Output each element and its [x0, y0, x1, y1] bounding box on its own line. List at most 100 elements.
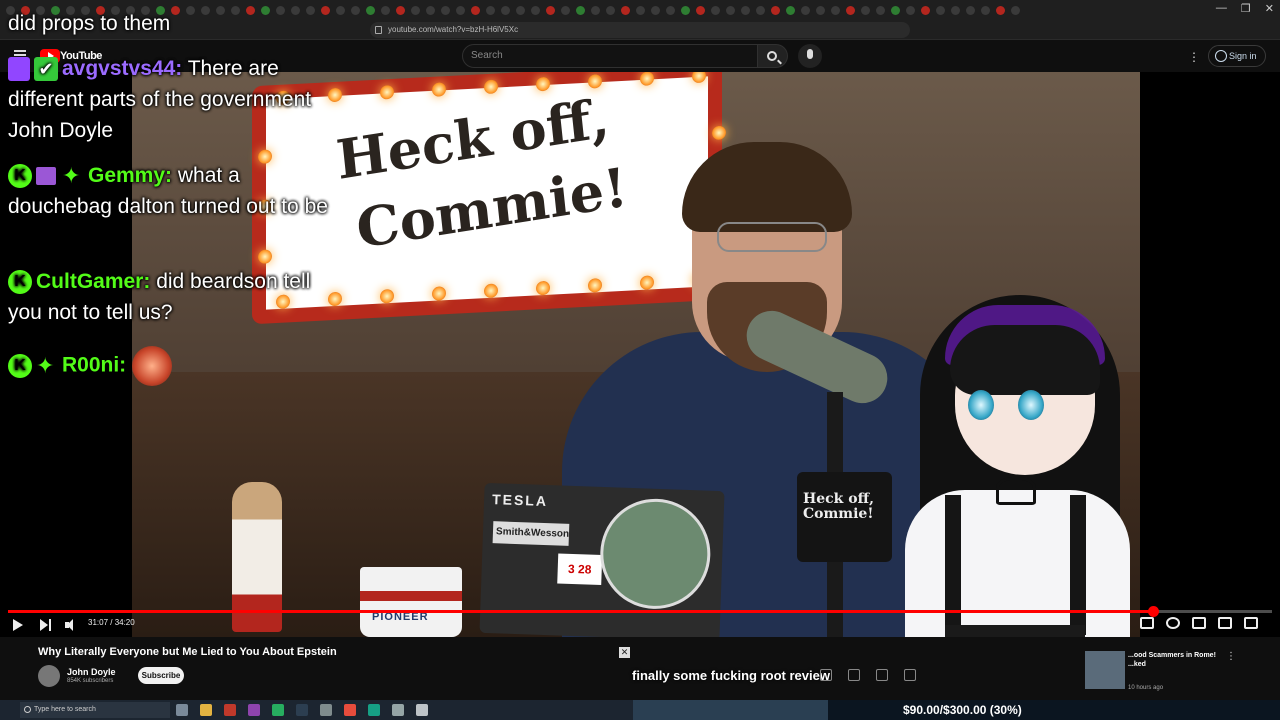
browser-tab-icon[interactable]: [786, 5, 795, 15]
browser-tab-icon[interactable]: [1011, 5, 1020, 15]
like-icon[interactable]: [820, 669, 832, 681]
browser-tab-icon[interactable]: [561, 5, 570, 15]
mug: PIONEER: [360, 567, 462, 637]
brave-icon[interactable]: [344, 704, 356, 716]
video-title: Why Literally Everyone but Me Lied to Yo…: [38, 646, 337, 658]
browser-tab-icon[interactable]: [801, 5, 810, 15]
browser-tab-icon[interactable]: [741, 5, 750, 15]
browser-tab-icon[interactable]: [621, 5, 630, 15]
browser-tab-icon[interactable]: [921, 5, 930, 15]
voice-search-button[interactable]: [798, 44, 822, 68]
browser-tab-icon[interactable]: [651, 5, 660, 15]
browser-tab-icon[interactable]: [816, 5, 825, 15]
steam-icon[interactable]: [296, 704, 308, 716]
recommended-thumbnail[interactable]: [1085, 651, 1125, 689]
browser-tab-icon[interactable]: [456, 5, 465, 15]
dislike-icon[interactable]: [848, 669, 860, 681]
browser-tab-icon[interactable]: [591, 5, 600, 15]
task-view-icon[interactable]: [176, 704, 188, 716]
captions-icon[interactable]: [1140, 617, 1154, 629]
browser-tab-icon[interactable]: [501, 5, 510, 15]
channel-name[interactable]: John Doyle: [67, 667, 116, 677]
browser-tab-icon[interactable]: [486, 5, 495, 15]
volume-icon[interactable]: [65, 619, 77, 631]
minimize-icon[interactable]: —: [1216, 2, 1227, 15]
app-icon[interactable]: [248, 704, 260, 716]
play-icon[interactable]: [13, 619, 23, 631]
sign-bulb: [432, 82, 446, 97]
browser-tab-icon[interactable]: [366, 5, 375, 15]
obs-icon[interactable]: [320, 704, 332, 716]
search-button[interactable]: [758, 44, 788, 68]
more-options-icon[interactable]: ⋮: [1226, 651, 1236, 662]
sign-bulb: [432, 286, 446, 301]
browser-tab-icon[interactable]: [636, 5, 645, 15]
browser-tab-icon[interactable]: [516, 5, 525, 15]
taskbar-search-placeholder: Type here to search: [34, 706, 96, 713]
browser-tab-icon[interactable]: [351, 5, 360, 15]
sign-in-label: Sign in: [1229, 51, 1257, 61]
file-explorer-icon[interactable]: [200, 704, 212, 716]
browser-tab-icon[interactable]: [756, 5, 765, 15]
browser-tab-icon[interactable]: [711, 5, 720, 15]
recommended-title[interactable]: ...ood Scammers in Rome! ...ked: [1128, 651, 1228, 669]
browser-tab-icon[interactable]: [891, 5, 900, 15]
progress-bar[interactable]: [8, 606, 1272, 617]
browser-tab-icon[interactable]: [576, 5, 585, 15]
player-controls-right: [1140, 617, 1258, 629]
url-field[interactable]: youtube.com/watch?v=bzH-H6lV5Xc: [370, 22, 910, 38]
save-icon[interactable]: [904, 669, 916, 681]
chrome-icon[interactable]: [272, 704, 284, 716]
browser-tab-icon[interactable]: [996, 5, 1005, 15]
sign-bulb: [484, 283, 498, 299]
donation-goal-text: $90.00/$300.00 (30%): [903, 703, 1022, 717]
theater-mode-icon[interactable]: [1218, 617, 1232, 629]
browser-tab-icon[interactable]: [831, 5, 840, 15]
app-icon[interactable]: [416, 704, 428, 716]
browser-tab-icon[interactable]: [411, 5, 420, 15]
subscribe-button[interactable]: Subscribe: [138, 667, 184, 684]
vtuber-eye-right: [1018, 390, 1044, 420]
sign-bulb: [536, 76, 550, 92]
browser-tab-icon[interactable]: [426, 5, 435, 15]
browser-tab-icon[interactable]: [726, 5, 735, 15]
browser-tab-icon[interactable]: [861, 5, 870, 15]
browser-tab-icon[interactable]: [666, 5, 675, 15]
settings-gear-icon[interactable]: [1166, 617, 1180, 629]
browser-tab-icon[interactable]: [681, 5, 690, 15]
miniplayer-icon[interactable]: [1192, 617, 1206, 629]
fullscreen-icon[interactable]: [1244, 617, 1258, 629]
browser-tab-icon[interactable]: [906, 5, 915, 15]
search-input[interactable]: Search: [462, 44, 758, 68]
restore-icon[interactable]: ❐: [1241, 2, 1251, 15]
browser-tab-icon[interactable]: [876, 5, 885, 15]
sign-in-button[interactable]: Sign in: [1208, 45, 1266, 67]
browser-tab-icon[interactable]: [936, 5, 945, 15]
volume-mixer-icon[interactable]: [392, 704, 404, 716]
channel-avatar[interactable]: [38, 665, 60, 687]
browser-tab-icon[interactable]: [846, 5, 855, 15]
taskbar-search[interactable]: Type here to search: [20, 702, 170, 718]
vtuber-bangs: [950, 325, 1100, 395]
share-icon[interactable]: [876, 669, 888, 681]
browser-tab-icon[interactable]: [771, 5, 780, 15]
browser-tab-icon[interactable]: [696, 5, 705, 15]
donation-goal-bar: $90.00/$300.00 (30%): [633, 700, 1280, 720]
browser-tab-icon[interactable]: [441, 5, 450, 15]
close-icon[interactable]: ✕: [1265, 2, 1274, 15]
browser-tab-icon[interactable]: [471, 5, 480, 15]
close-icon[interactable]: ✕: [619, 647, 630, 658]
next-icon[interactable]: [40, 619, 52, 631]
browser-tab-icon[interactable]: [606, 5, 615, 15]
browser-tab-icon[interactable]: [396, 5, 405, 15]
browser-tab-icon[interactable]: [966, 5, 975, 15]
browser-tab-icon[interactable]: [546, 5, 555, 15]
more-options-icon[interactable]: ⋮: [1188, 50, 1200, 64]
app-icon[interactable]: [368, 704, 380, 716]
twitch-badge-icon: [8, 57, 30, 82]
browser-tab-icon[interactable]: [531, 5, 540, 15]
browser-tab-icon[interactable]: [951, 5, 960, 15]
app-icon[interactable]: [224, 704, 236, 716]
browser-tab-icon[interactable]: [981, 5, 990, 15]
browser-tab-icon[interactable]: [381, 5, 390, 15]
